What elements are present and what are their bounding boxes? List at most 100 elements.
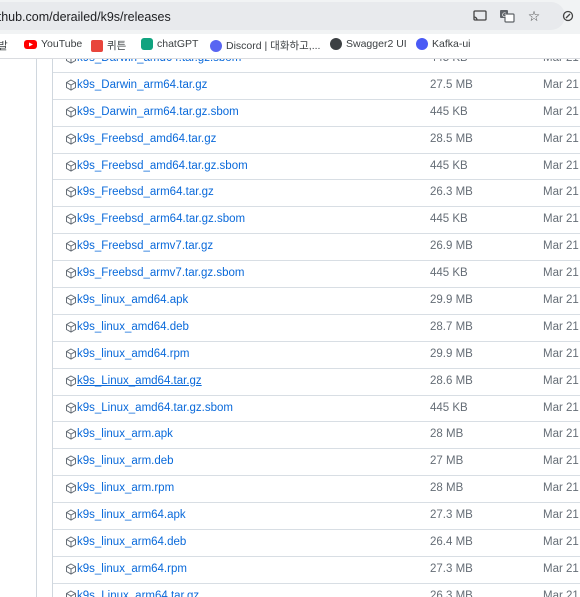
asset-link[interactable]: k9s_linux_amd64.deb <box>77 321 189 333</box>
bookmark-label: 발 <box>0 40 8 52</box>
asset-row: k9s_Freebsd_amd64.tar.gz.sbom 445 KB Mar… <box>53 152 580 180</box>
translate-icon[interactable]: G <box>497 6 517 26</box>
asset-row: k9s_Darwin_amd64.tar.gz.sbom 445 KB Mar … <box>53 59 580 72</box>
asset-link[interactable]: k9s_Linux_amd64.tar.gz <box>77 375 202 387</box>
asset-link[interactable]: k9s_Freebsd_armv7.tar.gz <box>77 240 213 252</box>
asset-row: k9s_Darwin_arm64.tar.gz 27.5 MB Mar 21 <box>53 71 580 99</box>
asset-link[interactable]: k9s_linux_arm.apk <box>77 428 173 440</box>
asset-date: Mar 21 <box>543 159 579 172</box>
package-icon <box>66 563 76 575</box>
package-icon <box>66 482 76 494</box>
asset-row: k9s_linux_arm64.apk 27.3 MB Mar 21 <box>53 502 580 529</box>
asset-date: Mar 21 <box>543 105 579 118</box>
asset-link[interactable]: k9s_linux_amd64.rpm <box>77 348 190 360</box>
bookmark-youtube[interactable]: YouTube <box>24 38 82 50</box>
bookmark-label: Swagger2 UI <box>346 38 407 50</box>
package-icon <box>66 428 76 441</box>
asset-row: k9s_linux_amd64.rpm 29.9 MB Mar 21 <box>53 340 580 368</box>
package-icon <box>66 240 76 252</box>
asset-size: 445 KB <box>430 59 468 64</box>
asset-date: Mar 21 <box>543 455 579 468</box>
star-icon[interactable]: ☆ <box>524 6 544 26</box>
asset-date: Mar 21 <box>543 320 579 333</box>
asset-row: k9s_linux_arm64.rpm 27.3 MB Mar 21 <box>53 555 580 583</box>
asset-date: Mar 21 <box>543 267 579 280</box>
package-icon <box>66 59 76 64</box>
asset-row: k9s_Freebsd_armv7.tar.gz 26.9 MB Mar 21 <box>53 233 580 260</box>
asset-link[interactable]: k9s_linux_arm64.apk <box>77 509 186 521</box>
asset-size: 26.4 MB <box>430 536 473 549</box>
package-icon <box>66 402 76 414</box>
cast-icon[interactable] <box>470 6 490 26</box>
asset-row: k9s_Freebsd_armv7.tar.gz.sbom 445 KB Mar… <box>53 260 580 287</box>
bookmark-chatgpt[interactable]: chatGPT <box>141 38 198 50</box>
browser-toolbar: github.com/derailed/k9s/releases G ☆ <box>0 0 580 34</box>
asset-date: Mar 21 <box>543 401 579 414</box>
package-icon <box>66 267 76 279</box>
asset-row: k9s_Freebsd_amd64.tar.gz 28.5 MB Mar 21 <box>53 125 580 153</box>
swagger-icon <box>330 38 342 50</box>
asset-row: k9s_Darwin_arm64.tar.gz.sbom 445 KB Mar … <box>53 98 580 126</box>
asset-link[interactable]: k9s_linux_arm.deb <box>77 455 174 467</box>
asset-link[interactable]: k9s_Linux_amd64.tar.gz.sbom <box>77 402 233 414</box>
package-icon <box>66 213 76 225</box>
asset-date: Mar 21 <box>543 186 579 199</box>
asset-date: Mar 21 <box>543 240 579 253</box>
asset-date: Mar 21 <box>543 347 579 360</box>
asset-date: Mar 21 <box>543 509 579 522</box>
asset-link[interactable]: k9s_Darwin_arm64.tar.gz.sbom <box>77 106 239 118</box>
asset-size: 28.5 MB <box>430 132 473 145</box>
asset-row: k9s_linux_arm.rpm 28 MB Mar 21 <box>53 475 580 502</box>
package-icon <box>66 159 76 172</box>
asset-size: 28.6 MB <box>430 374 473 387</box>
asset-link[interactable]: k9s_Darwin_arm64.tar.gz <box>77 79 207 91</box>
package-icon <box>66 79 76 91</box>
bookmark-label: Kafka-ui <box>432 38 471 50</box>
asset-link[interactable]: k9s_Freebsd_armv7.tar.gz.sbom <box>77 267 244 279</box>
asset-date: Mar 21 <box>543 132 579 145</box>
asset-date: Mar 21 <box>543 589 579 597</box>
asset-date: Mar 21 <box>543 78 579 91</box>
package-icon <box>66 536 76 548</box>
asset-size: 28 MB <box>430 482 464 495</box>
bookmark-label: YouTube <box>41 38 83 50</box>
asset-link[interactable]: k9s_linux_arm64.deb <box>77 536 186 548</box>
asset-size: 29.9 MB <box>430 294 473 307</box>
asset-size: 27 MB <box>430 455 464 468</box>
asset-date: Mar 21 <box>543 428 579 441</box>
asset-link[interactable]: k9s_linux_arm.rpm <box>77 482 174 494</box>
asset-row: k9s_Freebsd_arm64.tar.gz.sbom 445 KB Mar… <box>53 206 580 233</box>
asset-link[interactable]: k9s_Freebsd_arm64.tar.gz <box>77 186 214 198</box>
asset-link[interactable]: k9s_Freebsd_amd64.tar.gz <box>77 133 216 145</box>
bookmark-discord[interactable]: Discord | 대화하고,... <box>210 38 320 53</box>
asset-date: Mar 21 <box>543 482 579 495</box>
address-bar-url[interactable]: github.com/derailed/k9s/releases <box>0 10 171 24</box>
asset-size: 445 KB <box>430 159 468 172</box>
bookmark-label: 퀴튼 <box>107 40 127 52</box>
asset-link[interactable]: k9s_Freebsd_amd64.tar.gz.sbom <box>77 160 248 172</box>
asset-row: k9s_Freebsd_arm64.tar.gz 26.3 MB Mar 21 <box>53 179 580 206</box>
asset-link[interactable]: k9s_linux_arm64.rpm <box>77 563 187 575</box>
bookmark-kafka[interactable]: Kafka-ui <box>416 38 471 50</box>
package-icon <box>66 455 76 467</box>
bookmark-label: Discord | 대화하고,... <box>226 40 321 52</box>
asset-date: Mar 21 <box>543 562 579 575</box>
asset-size: 27.3 MB <box>430 562 473 575</box>
asset-link[interactable]: k9s_Darwin_amd64.tar.gz.sbom <box>77 59 241 64</box>
asset-size: 445 KB <box>430 105 468 118</box>
extension-icon[interactable] <box>558 6 578 26</box>
bookmark-folder[interactable]: 발 <box>0 38 8 53</box>
asset-date: Mar 21 <box>543 213 579 226</box>
bookmark-swagger[interactable]: Swagger2 UI <box>330 38 407 50</box>
bookmark-w[interactable]: 퀴튼 <box>91 38 126 53</box>
kafka-icon <box>416 38 428 50</box>
asset-link[interactable]: k9s_linux_amd64.apk <box>77 294 188 306</box>
asset-row: k9s_linux_arm64.deb 26.4 MB Mar 21 <box>53 529 580 556</box>
package-icon <box>66 509 76 521</box>
asset-date: Mar 21 <box>543 374 579 387</box>
package-icon <box>66 590 76 597</box>
asset-link[interactable]: k9s_Linux_arm64.tar.gz <box>77 590 199 597</box>
asset-size: 26.3 MB <box>430 186 473 199</box>
asset-size: 28.7 MB <box>430 320 473 333</box>
asset-link[interactable]: k9s_Freebsd_arm64.tar.gz.sbom <box>77 213 245 225</box>
